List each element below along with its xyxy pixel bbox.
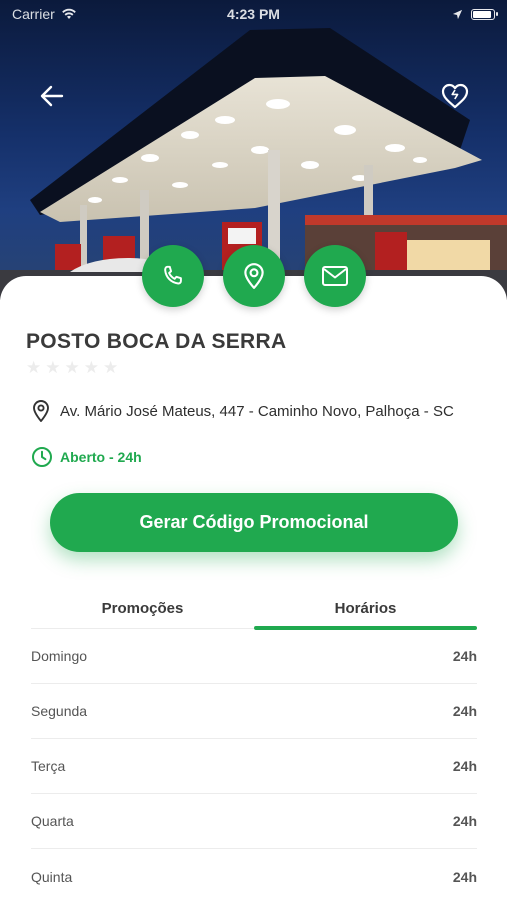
tab-hours-label: Horários [334, 599, 397, 617]
favorite-button[interactable] [437, 78, 473, 114]
generate-promo-code-label: Gerar Código Promocional [139, 512, 369, 532]
phone-icon [164, 265, 182, 285]
mail-icon [322, 266, 348, 286]
email-button[interactable] [304, 245, 366, 307]
schedule-day: Terça [31, 758, 66, 774]
status-bar: Carrier 4:23 PM [0, 0, 507, 28]
star-icon: ★ [103, 358, 119, 377]
rating-stars: ★ ★ ★ ★ ★ [26, 359, 118, 376]
schedule-hours: 24h [452, 868, 477, 885]
tab-promotions-label: Promoções [101, 599, 184, 617]
opening-status: Aberto - 24h [60, 449, 142, 465]
star-icon: ★ [26, 358, 42, 377]
schedule-hours: 24h [452, 648, 477, 664]
schedule-hours: 24h [452, 758, 477, 774]
status-time: 4:23 PM [227, 6, 280, 22]
generate-promo-code-button[interactable]: Gerar Código Promocional [50, 493, 458, 552]
tab-bar: Promoções Horários [31, 588, 477, 630]
schedule-row: Quarta 24h [31, 794, 477, 849]
opening-hours-list: Domingo 24h Segunda 24h Terça 24h Quarta… [31, 629, 477, 900]
schedule-hours: 24h [452, 703, 477, 719]
schedule-day: Domingo [31, 648, 88, 664]
schedule-row: Quinta 24h [31, 849, 477, 900]
star-icon: ★ [83, 358, 99, 377]
station-name: POSTO BOCA DA SERRA [26, 330, 287, 353]
schedule-day: Quinta [31, 868, 73, 885]
tab-promotions[interactable]: Promoções [31, 588, 254, 628]
clock-icon [32, 447, 52, 467]
address-row: Av. Mário José Mateus, 447 - Caminho Nov… [31, 399, 454, 423]
back-button[interactable] [34, 78, 70, 114]
schedule-day: Segunda [31, 703, 88, 719]
directions-button[interactable] [223, 245, 285, 307]
map-pin-icon [244, 263, 264, 289]
contact-actions [0, 245, 507, 307]
opening-status-row: Aberto - 24h [31, 446, 142, 468]
star-icon: ★ [64, 358, 80, 377]
schedule-row: Domingo 24h [31, 629, 477, 684]
location-pin-icon [33, 400, 49, 422]
star-icon: ★ [45, 358, 61, 377]
schedule-hours: 24h [452, 813, 477, 829]
arrow-left-icon [40, 85, 64, 107]
call-button[interactable] [142, 245, 204, 307]
heart-icon [441, 83, 469, 109]
schedule-row: Terça 24h [31, 739, 477, 794]
schedule-day: Quarta [31, 813, 74, 829]
schedule-row: Segunda 24h [31, 684, 477, 739]
battery-icon [471, 8, 498, 20]
station-address: Av. Mário José Mateus, 447 - Caminho Nov… [60, 402, 454, 420]
tab-hours[interactable]: Horários [254, 588, 477, 628]
